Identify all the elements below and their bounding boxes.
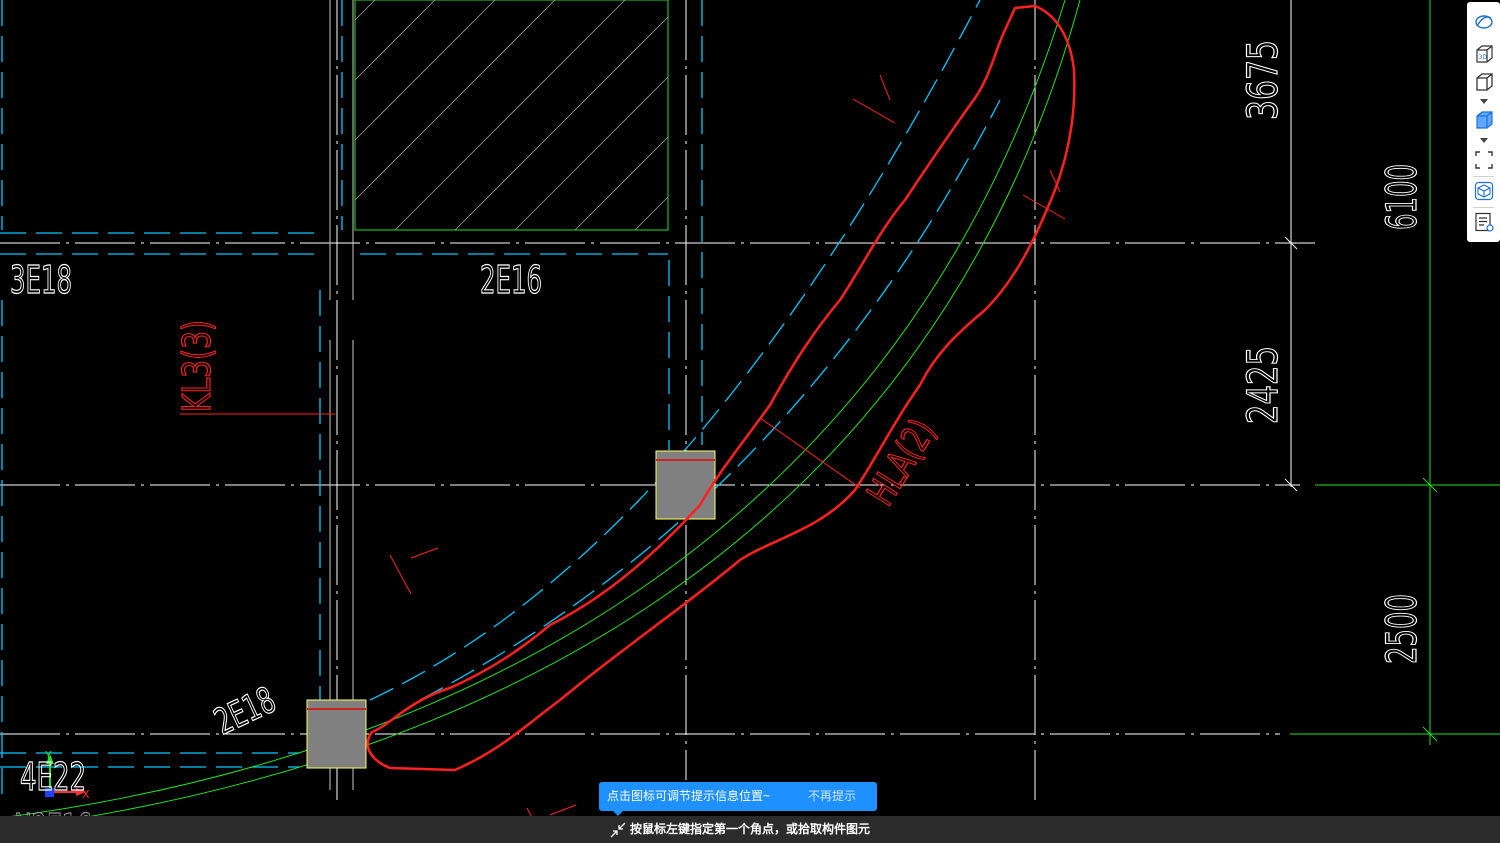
column-2[interactable] bbox=[655, 450, 716, 520]
label-rebar-4e22: 4E22 bbox=[20, 755, 86, 799]
3d-view-label: 3D bbox=[1478, 54, 1487, 61]
dimension-3675: 3675 bbox=[1238, 40, 1287, 120]
chevron-down-icon[interactable] bbox=[1480, 99, 1488, 105]
dimension-2425: 2425 bbox=[1238, 346, 1287, 424]
fullscreen-button[interactable] bbox=[1471, 148, 1496, 172]
orbit-button[interactable] bbox=[1471, 10, 1496, 34]
label-rebar-2e16: 2E16 bbox=[480, 258, 542, 302]
shaded-box-icon bbox=[1475, 111, 1493, 129]
collapse-arrows-icon[interactable] bbox=[610, 822, 626, 838]
label-beam-kl3: KL3(3) bbox=[175, 320, 219, 412]
view-cube-button[interactable] bbox=[1471, 70, 1496, 94]
dont-show-again-link[interactable]: 不再提示 bbox=[808, 782, 856, 811]
view-toolbar: 3D bbox=[1467, 2, 1500, 242]
component-display-button[interactable] bbox=[1471, 179, 1496, 203]
shaded-box-button[interactable] bbox=[1471, 108, 1496, 132]
3d-view-button[interactable]: 3D bbox=[1471, 42, 1496, 66]
view-cube-icon bbox=[1475, 73, 1493, 91]
markup-loop bbox=[366, 4, 1076, 772]
3d-view-icon: 3D bbox=[1475, 45, 1493, 63]
slab-hatch bbox=[354, 0, 669, 231]
cad-canvas[interactable]: Y X 3E18 2E16 4E22 N2E16 2E18 KL3(3) HLA… bbox=[0, 0, 1500, 843]
hint-popup[interactable]: 点击图标可调节提示信息位置~ 不再提示 bbox=[599, 782, 877, 816]
column-1[interactable] bbox=[306, 699, 367, 769]
dimension-2500: 2500 bbox=[1377, 594, 1426, 664]
label-rebar-3e18: 3E18 bbox=[10, 258, 72, 302]
property-list-button[interactable] bbox=[1471, 210, 1496, 234]
command-bar: 按鼠标左键指定第一个角点，或拾取构件图元 bbox=[0, 816, 1500, 843]
component-display-icon bbox=[1474, 181, 1493, 201]
dimension-6100: 6100 bbox=[1377, 164, 1426, 230]
command-prompt-text: 按鼠标左键指定第一个角点，或拾取构件图元 bbox=[630, 822, 871, 836]
property-list-icon bbox=[1474, 212, 1494, 232]
fullscreen-icon bbox=[1474, 151, 1493, 169]
chevron-down-icon[interactable] bbox=[1480, 138, 1488, 144]
hint-message: 点击图标可调节提示信息位置~ bbox=[607, 789, 771, 803]
orbit-icon bbox=[1474, 15, 1493, 29]
